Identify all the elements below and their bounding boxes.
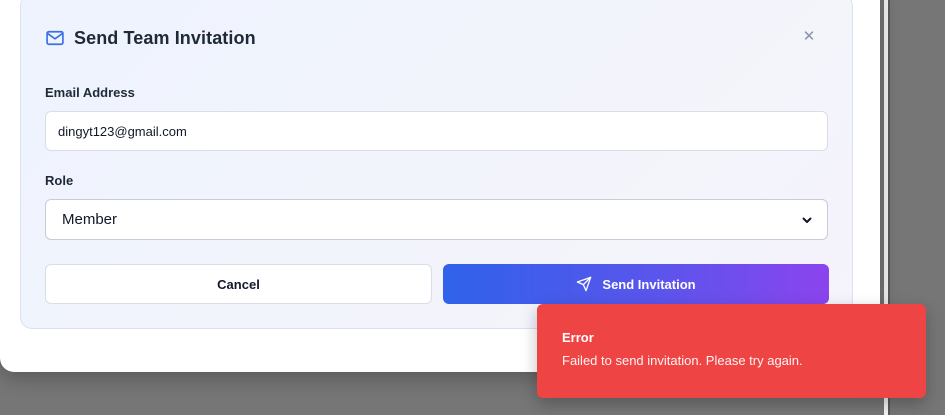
toast-title: Error [562,330,594,345]
email-label: Email Address [45,85,135,100]
close-button[interactable]: ✕ [798,25,820,47]
send-invitation-button[interactable]: Send Invitation [443,264,829,304]
email-input[interactable]: dingyt123@gmail.com [45,111,828,151]
email-input-value: dingyt123@gmail.com [58,123,187,139]
card-header: Send Team Invitation [45,25,256,51]
role-label: Role [45,173,74,188]
role-select[interactable]: Member [45,199,828,240]
error-toast[interactable]: Error Failed to send invitation. Please … [537,304,926,398]
role-select-value: Member [62,211,118,228]
invite-card: Send Team Invitation ✕ Email Address din… [20,0,853,329]
send-invitation-label: Send Invitation [602,276,696,292]
send-icon [576,276,592,292]
dialog-title: Send Team Invitation [74,27,256,48]
chevron-down-icon [801,214,813,226]
close-icon[interactable]: ✕ [803,27,816,45]
mail-icon [45,28,65,48]
toast-message: Failed to send invitation. Please try ag… [562,353,803,368]
cancel-button-label: Cancel [217,276,260,292]
cancel-button[interactable]: Cancel [45,264,432,304]
